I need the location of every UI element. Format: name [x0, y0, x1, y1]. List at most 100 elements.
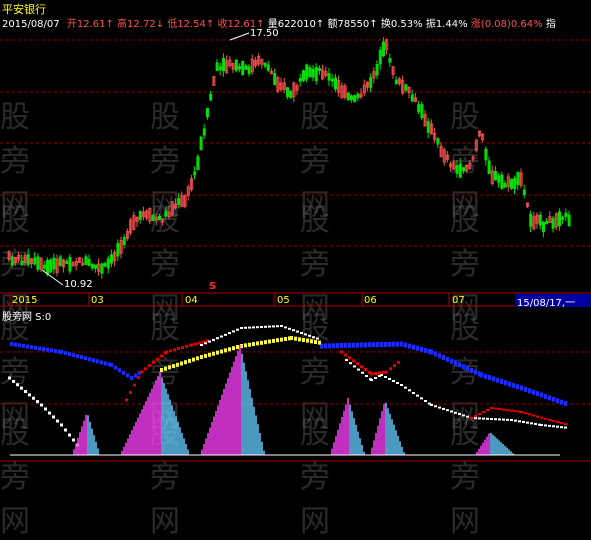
indicator-yellow-segment	[268, 339, 271, 344]
indicator-yellow-segment	[264, 340, 267, 345]
indicator-yellow-segment	[306, 338, 309, 343]
stock-chart-window[interactable]: 股旁网 股旁网 股旁网 股旁网 股旁网 股旁网 股旁网 股旁网 股旁网 股旁网 …	[0, 0, 591, 539]
indicator-white-segment	[438, 406, 441, 409]
indicator-yellow-segment	[200, 355, 203, 359]
candlestick-body	[58, 256, 62, 266]
indicator-yellow-segment	[232, 346, 235, 351]
indicator-blue-segment	[560, 399, 563, 405]
indicator-red-segment	[356, 362, 359, 366]
indicator-blue-segment	[454, 360, 457, 366]
indicator-white-segment	[514, 419, 517, 422]
indicator-red-segment	[370, 372, 373, 376]
indicator-white-segment	[416, 394, 419, 397]
indicator-white-segment	[32, 396, 35, 400]
price-and-indicator-plot[interactable]	[0, 0, 591, 462]
indicator-yellow-segment	[172, 364, 175, 369]
candlestick-body	[529, 213, 533, 227]
indicator-blue-segment	[84, 356, 87, 361]
indicator-red-segment	[194, 342, 197, 346]
indicator-blue-segment	[64, 351, 67, 356]
indicator-white-segment	[292, 329, 295, 332]
candlestick-body	[247, 66, 251, 75]
indicator-white-segment	[400, 384, 403, 386]
indicator-yellow-segment	[164, 366, 167, 371]
indicator-blue-segment	[564, 401, 567, 407]
indicator-blue-segment	[466, 366, 469, 372]
indicator-red-segment	[548, 419, 551, 421]
candlestick-body	[311, 68, 315, 78]
indicator-red-segment	[514, 410, 517, 413]
indicator-white-segment	[228, 332, 231, 335]
indicator-red-segment	[340, 350, 343, 354]
indicator-white-segment	[240, 327, 243, 329]
indicator-white-segment	[232, 330, 235, 333]
indicator-white-segment	[288, 327, 291, 330]
indicator-yellow-segment	[216, 350, 219, 355]
indicator-white-segment	[498, 418, 501, 421]
indicator-red-segment	[152, 360, 155, 364]
indicator-blue-segment	[556, 398, 559, 404]
candlestick-body	[487, 160, 491, 175]
candlestick-body	[20, 260, 24, 266]
candlestick-body	[202, 128, 206, 136]
candlestick-body	[151, 215, 155, 221]
indicator-yellow-segment	[294, 336, 297, 341]
indicator-white-segment	[526, 421, 529, 424]
candlestick-body	[314, 66, 318, 81]
indicator-blue-segment	[470, 367, 473, 373]
indicator-red-segment	[506, 409, 509, 412]
indicator-blue-segment	[100, 360, 103, 365]
indicator-white-segment	[204, 342, 207, 345]
candlestick-body	[305, 64, 309, 80]
indicator-white-segment	[365, 375, 368, 377]
indicator-red-segment	[470, 417, 473, 419]
candlestick-body	[542, 221, 546, 233]
indicator-white-segment	[353, 365, 356, 368]
indicator-white-segment	[212, 338, 215, 341]
indicator-blue-segment	[372, 342, 375, 348]
indicator-yellow-segment	[244, 343, 247, 348]
indicator-blue-segment	[72, 353, 75, 358]
indicator-white-segment	[424, 400, 427, 402]
time-axis-label: 05	[277, 295, 290, 306]
indicator-white-segment	[52, 415, 55, 419]
close-label: 收	[217, 19, 228, 30]
indicator-red-segment	[502, 408, 505, 411]
candlestick-body	[116, 243, 120, 257]
indicator-blue-segment	[548, 395, 551, 401]
indicator-blue-segment	[512, 382, 515, 388]
candlestick-body	[241, 60, 245, 76]
indicator-blue-segment	[22, 343, 25, 348]
indicator-blue-segment	[524, 386, 527, 392]
arrow-up-icon: ↑	[369, 19, 378, 30]
indicator-blue-segment	[96, 359, 99, 364]
indicator-white-segment	[200, 344, 203, 346]
indicator-white-segment	[260, 326, 263, 328]
candlestick-body	[353, 95, 357, 103]
candlestick-body	[551, 217, 555, 229]
indicator-blue-segment	[500, 379, 503, 384]
candlestick-body	[68, 256, 72, 272]
indicator-red-segment	[544, 417, 547, 420]
candlestick-body	[410, 94, 414, 102]
indicator-red-segment	[552, 420, 555, 422]
indicator-white-segment	[450, 410, 453, 413]
indicator-white-segment	[522, 421, 525, 423]
indicator-blue-segment	[380, 342, 383, 347]
indicator-red-segment	[397, 360, 400, 364]
indicator-blue-segment	[450, 358, 453, 364]
s-signal-marker: S	[209, 281, 217, 292]
candlestick-body	[522, 189, 526, 196]
indicator-red-segment	[144, 367, 147, 371]
indicator-red-segment	[378, 371, 381, 375]
indicator-white-segment	[534, 423, 537, 425]
indicator-blue-segment	[118, 368, 121, 373]
indicator-red-segment	[133, 383, 136, 387]
candlestick-body	[567, 214, 571, 226]
indicator-yellow-segment	[204, 353, 207, 358]
indicator-yellow-segment	[212, 351, 215, 356]
indicator-yellow-segment	[280, 337, 283, 342]
header-date: 2015/08/07	[2, 19, 60, 30]
candlestick-body	[513, 178, 517, 190]
candlestick-body	[26, 254, 30, 265]
